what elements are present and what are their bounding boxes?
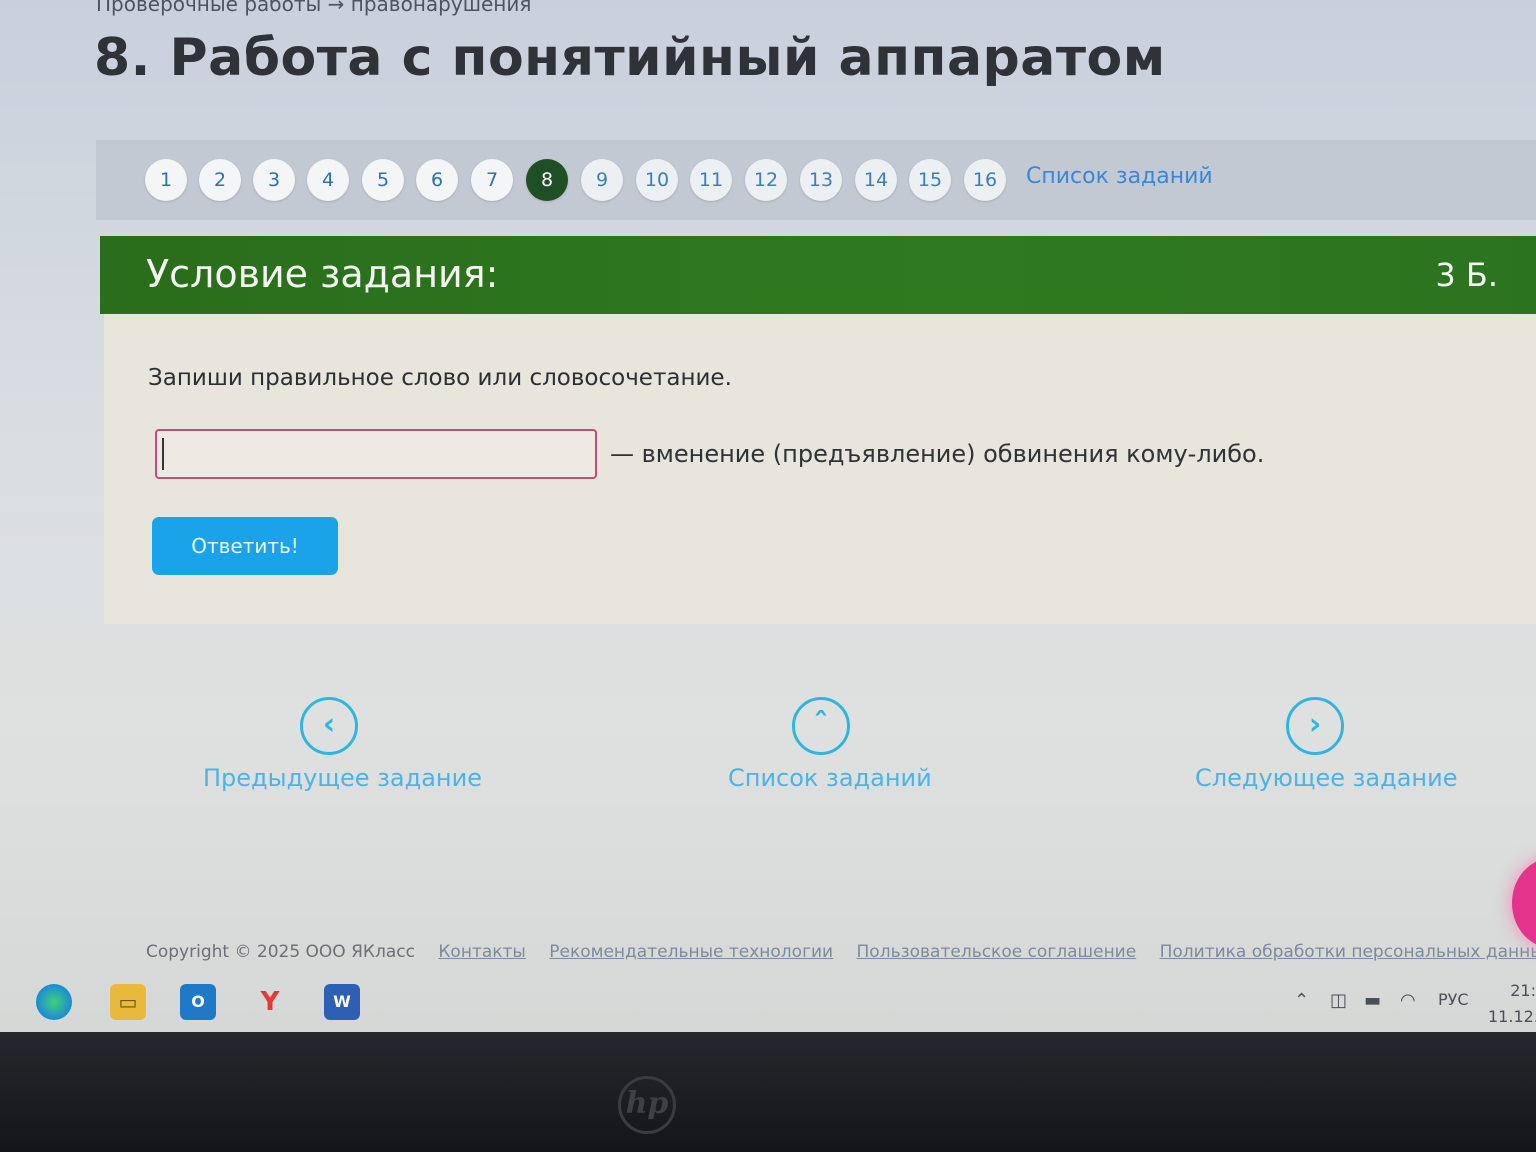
submit-answer-button[interactable]: Ответить! (152, 517, 338, 575)
yandex-browser-icon[interactable]: Y (252, 984, 288, 1020)
definition-text: — вменение (предъявление) обвинения кому… (610, 440, 1265, 468)
answer-input[interactable] (155, 429, 597, 479)
task-number-9[interactable]: 9 (581, 159, 623, 201)
footer-link-user-agreement[interactable]: Пользовательское соглашение (857, 942, 1137, 962)
camera-icon[interactable]: ◫ (1330, 990, 1347, 1011)
breadcrumb[interactable]: Проверочные работы → правонарушения (96, 0, 531, 16)
wifi-icon[interactable]: ◠ (1400, 990, 1416, 1011)
word-icon[interactable]: W (324, 984, 360, 1020)
task-number-1[interactable]: 1 (145, 159, 187, 201)
battery-icon[interactable]: ▬ (1364, 990, 1381, 1011)
task-number-5[interactable]: 5 (362, 159, 404, 201)
task-number-8-current[interactable]: 8 (526, 159, 568, 201)
chevron-up-icon[interactable]: ˆ (792, 697, 850, 755)
clock-date: 11.12. (1488, 1007, 1536, 1026)
chevron-right-icon[interactable]: › (1286, 697, 1344, 755)
task-number-3[interactable]: 3 (253, 159, 295, 201)
tray-chevron-icon[interactable]: ⌃ (1294, 990, 1309, 1011)
edge-icon[interactable] (36, 984, 72, 1020)
chevron-left-icon[interactable]: ‹ (300, 697, 358, 755)
outlook-icon[interactable]: O (180, 984, 216, 1020)
task-list-link[interactable]: Список заданий (1026, 164, 1213, 189)
task-number-7[interactable]: 7 (471, 159, 513, 201)
hp-logo-icon: hp (618, 1076, 676, 1134)
footer-link-recommendations[interactable]: Рекомендательные технологии (549, 942, 833, 962)
task-number-15[interactable]: 15 (909, 159, 951, 201)
task-instruction: Запиши правильное слово или словосочетан… (148, 365, 732, 391)
task-number-13[interactable]: 13 (800, 159, 842, 201)
task-header-title: Условие задания: (146, 252, 499, 296)
footer: Copyright © 2025 ООО ЯКласс Контакты Рек… (146, 942, 1536, 962)
task-number-14[interactable]: 14 (855, 159, 897, 201)
task-number-16[interactable]: 16 (964, 159, 1006, 201)
text-caret (162, 438, 164, 470)
task-number-2[interactable]: 2 (199, 159, 241, 201)
clock-time: 21: (1510, 981, 1536, 1000)
task-list-bottom-link[interactable]: Список заданий (728, 764, 932, 792)
laptop-bezel (0, 1032, 1536, 1152)
task-number-11[interactable]: 11 (690, 159, 732, 201)
file-explorer-icon[interactable]: ▭ (110, 984, 146, 1020)
page-title: 8. Работа с понятийный аппаратом (94, 28, 1166, 88)
chat-widget-icon[interactable] (1512, 858, 1536, 948)
language-indicator[interactable]: РУС (1438, 990, 1469, 1009)
footer-link-contacts[interactable]: Контакты (438, 942, 526, 962)
laptop-screen: Проверочные работы → правонарушения 8. Р… (0, 0, 1536, 1032)
task-number-12[interactable]: 12 (745, 159, 787, 201)
task-points: 3 Б. (1435, 256, 1498, 294)
clock[interactable]: 21: 11.12. (1488, 978, 1536, 1030)
copyright-text: Copyright © 2025 ООО ЯКласс (146, 942, 415, 962)
task-number-6[interactable]: 6 (416, 159, 458, 201)
task-number-10[interactable]: 10 (636, 159, 678, 201)
previous-task-link[interactable]: Предыдущее задание (203, 764, 482, 792)
task-number-4[interactable]: 4 (307, 159, 349, 201)
next-task-link[interactable]: Следующее задание (1195, 764, 1457, 792)
footer-link-privacy-policy[interactable]: Политика обработки персональных данных (1160, 942, 1536, 962)
